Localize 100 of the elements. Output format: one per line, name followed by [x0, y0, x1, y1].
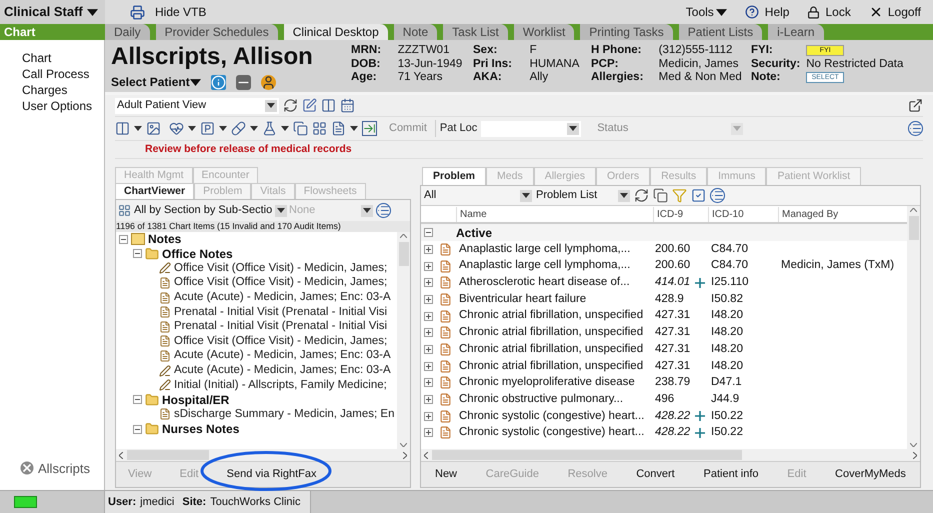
horizontal-scrollbar[interactable]: [421, 449, 920, 461]
image-icon[interactable]: [146, 121, 161, 136]
sidebar-item[interactable]: Call Process: [22, 66, 104, 82]
problem-name[interactable]: Chronic obstructive pulmonary...: [456, 390, 653, 408]
nav-tab[interactable]: Worklist: [514, 24, 574, 40]
tab[interactable]: ChartViewer: [115, 183, 194, 199]
edit-icon[interactable]: [302, 98, 317, 113]
scroll-down-icon[interactable]: [400, 443, 407, 447]
expand-icon[interactable]: [424, 395, 433, 404]
nav-tab[interactable]: Provider Schedules: [156, 24, 278, 40]
expand-icon[interactable]: [424, 312, 433, 321]
info-icon[interactable]: [210, 74, 226, 90]
person-icon[interactable]: [260, 74, 276, 90]
checkbox-icon[interactable]: [691, 188, 706, 203]
vertical-scrollbar[interactable]: [907, 206, 920, 449]
problem-name[interactable]: Anaplastic large cell lymphoma,...: [456, 240, 653, 258]
scroll-left-icon[interactable]: [119, 452, 123, 458]
group-header[interactable]: Active: [456, 224, 492, 242]
tools-menu[interactable]: Tools: [686, 3, 727, 21]
copy-icon[interactable]: [653, 188, 668, 203]
tree-item[interactable]: Prenatal - Initial Visit (Prenatal - Initial Visi: [174, 318, 388, 336]
expand-icon[interactable]: [424, 328, 433, 338]
role-menu[interactable]: Clinical Staff: [0, 0, 105, 24]
expand-icon[interactable]: [424, 278, 433, 288]
action-button[interactable]: New: [435, 466, 458, 483]
scroll-thumb[interactable]: [908, 216, 918, 240]
problem-name[interactable]: Chronic atrial fibrillation, unspecified: [456, 307, 653, 325]
expand-icon[interactable]: [424, 294, 433, 304]
pill-icon[interactable]: [231, 121, 246, 136]
grid-icon[interactable]: [312, 121, 327, 136]
scroll-thumb[interactable]: [127, 450, 209, 460]
problem-name[interactable]: Chronic systolic (congestive) heart...: [456, 408, 653, 425]
tree-item[interactable]: Acute (Acute) - Medicin, James; Enc: 03-A: [174, 362, 391, 380]
expand-icon[interactable]: [424, 344, 433, 354]
scroll-left-icon[interactable]: [424, 452, 428, 458]
scroll-thumb[interactable]: [398, 242, 408, 266]
collapse-icon[interactable]: [133, 395, 142, 404]
scroll-up-icon[interactable]: [910, 208, 917, 212]
layout-icon[interactable]: [321, 98, 336, 113]
parking-icon[interactable]: [200, 121, 215, 136]
column-header[interactable]: ICD-10: [708, 206, 778, 222]
scroll-thumb[interactable]: [432, 450, 742, 460]
expand-icon[interactable]: [424, 412, 433, 421]
problem-name[interactable]: Anaplastic large cell lymphoma,...: [456, 257, 653, 275]
calendar-icon[interactable]: [340, 98, 355, 113]
problem-name[interactable]: Chronic atrial fibrillation, unspecified: [456, 324, 653, 342]
nav-tab[interactable]: Printing Tasks: [580, 24, 673, 40]
nav-tab[interactable]: Note: [394, 24, 438, 40]
action-button[interactable]: Convert: [636, 466, 675, 483]
scroll-right-icon[interactable]: [403, 452, 407, 458]
minus-icon[interactable]: [236, 74, 251, 90]
section-filter-dropdown[interactable]: All by Section by Sub-Sectio: [134, 202, 286, 219]
scroll-down-icon[interactable]: [910, 443, 917, 447]
nav-tab[interactable]: Task List: [443, 24, 508, 40]
nav-tab[interactable]: Clinical Desktop: [284, 24, 388, 40]
expand-icon[interactable]: [424, 378, 433, 388]
sidebar-item[interactable]: Charges: [22, 82, 104, 98]
list-dropdown[interactable]: Problem List: [536, 187, 630, 204]
hide-vtb-button[interactable]: Hide VTB: [130, 3, 206, 21]
lock-button[interactable]: Lock: [807, 3, 851, 21]
collapse-icon[interactable]: [119, 234, 128, 244]
problem-name[interactable]: Biventricular heart failure: [456, 290, 653, 308]
collapse-icon[interactable]: [424, 228, 433, 237]
column-header[interactable]: ICD-9: [653, 206, 708, 222]
vertical-scrollbar[interactable]: [397, 232, 410, 449]
tab[interactable]: Problem: [422, 167, 486, 185]
problem-name[interactable]: Chronic atrial fibrillation, unspecified: [456, 358, 653, 375]
collapse-icon[interactable]: [133, 249, 142, 258]
view-dropdown[interactable]: Adult Patient View: [115, 98, 279, 114]
action-button[interactable]: Patient info: [704, 466, 759, 483]
select-patient-menu[interactable]: Select Patient: [111, 73, 201, 91]
scroll-up-icon[interactable]: [400, 234, 407, 238]
action-button[interactable]: CoverMyMeds: [835, 466, 906, 483]
sidebar-item[interactable]: User Options: [22, 98, 104, 114]
refresh-icon[interactable]: [634, 188, 649, 203]
collapse-icon[interactable]: [133, 424, 142, 434]
menu-icon[interactable]: [710, 188, 725, 203]
nav-tab[interactable]: Daily: [105, 24, 150, 40]
heart-pulse-icon[interactable]: [169, 121, 184, 136]
help-link[interactable]: Help: [744, 3, 790, 21]
logoff-button[interactable]: Logoff: [868, 3, 921, 21]
tree-item[interactable]: Acute (Acute) - Medicin, James; Enc: 03-A: [174, 289, 391, 306]
problem-name[interactable]: Chronic atrial fibrillation, unspecified: [456, 340, 653, 358]
popout-icon[interactable]: [908, 98, 923, 113]
nav-tab[interactable]: Patient Lists: [678, 24, 762, 40]
enter-icon[interactable]: [362, 121, 377, 136]
menu-icon[interactable]: [908, 121, 923, 136]
problem-name[interactable]: Chronic systolic (congestive) heart...: [456, 424, 653, 442]
nav-tab[interactable]: i-Learn: [768, 24, 824, 40]
layout-icon[interactable]: [115, 121, 130, 136]
problem-name[interactable]: Chronic myeloproliferative disease: [456, 374, 653, 392]
document-icon[interactable]: [331, 121, 346, 136]
scroll-right-icon[interactable]: [913, 452, 917, 458]
horizontal-scrollbar[interactable]: [116, 449, 410, 461]
expand-icon[interactable]: [424, 244, 433, 254]
sidebar-item[interactable]: Chart: [22, 50, 104, 66]
column-header[interactable]: Name: [456, 206, 653, 222]
copy-icon[interactable]: [293, 121, 308, 136]
refresh-icon[interactable]: [283, 98, 298, 113]
menu-icon[interactable]: [376, 203, 391, 218]
